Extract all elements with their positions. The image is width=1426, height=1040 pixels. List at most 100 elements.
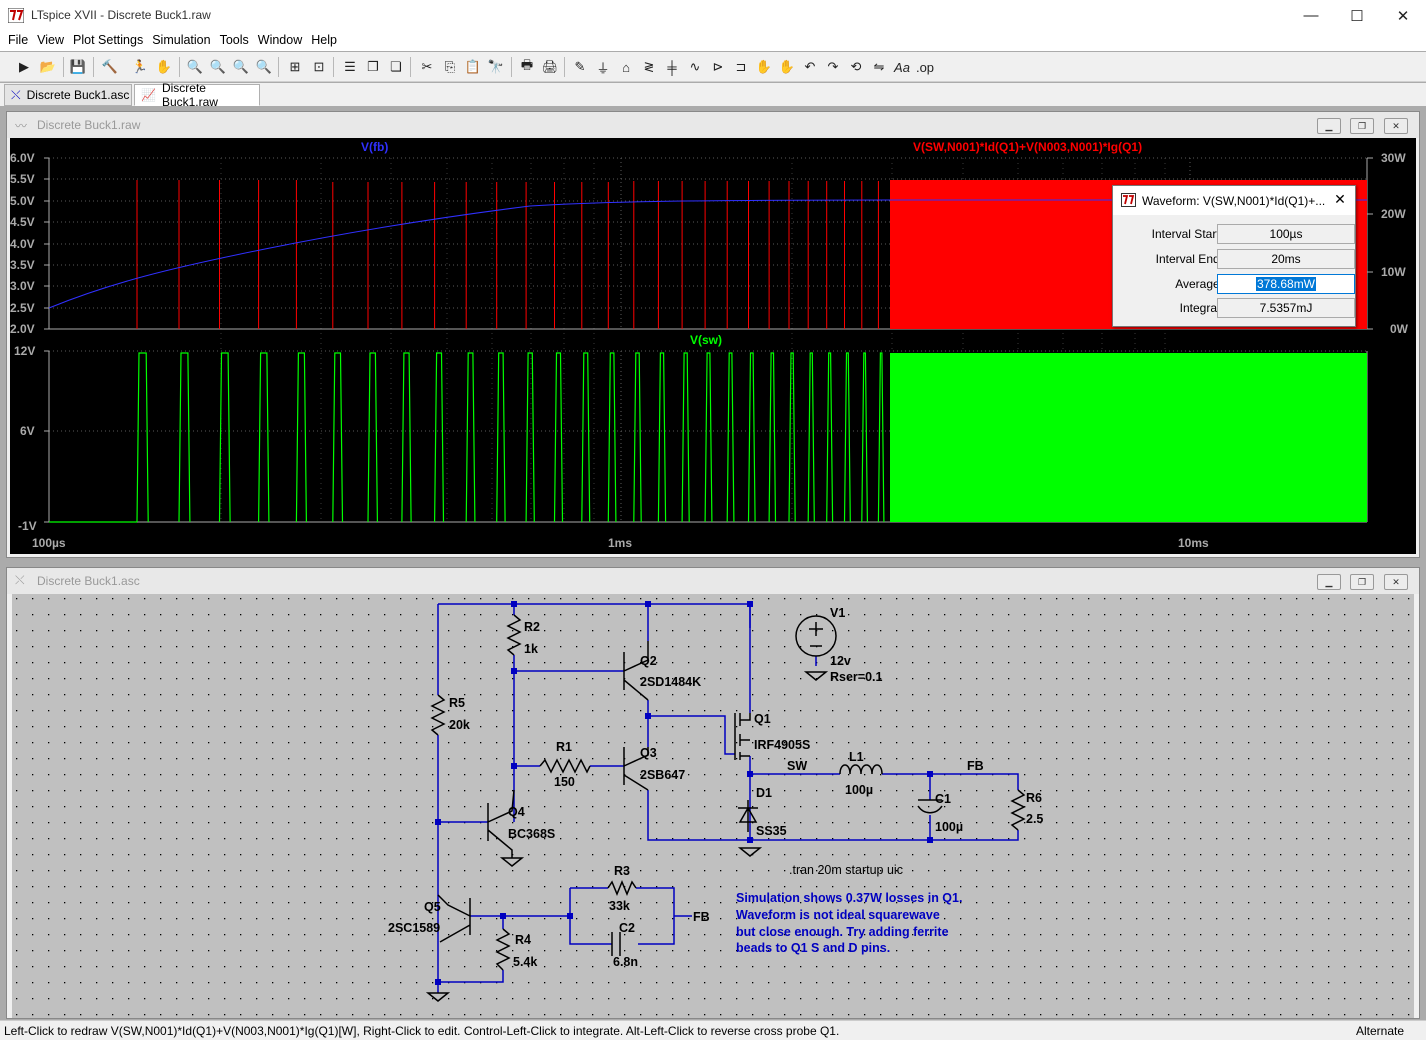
save-icon[interactable]: 💾	[68, 57, 88, 77]
paste-icon[interactable]: 📋	[463, 57, 483, 77]
cursor-icon[interactable]: ⊡	[309, 57, 329, 77]
tab-waveform[interactable]: 📈 Discrete Buck1.raw	[134, 81, 260, 109]
print-setup-icon[interactable]: 🖶	[517, 57, 537, 77]
menu-view[interactable]: View	[33, 31, 69, 51]
v1-value[interactable]: 12v	[830, 654, 851, 668]
average-field[interactable]: 378.68mW	[1217, 274, 1355, 294]
drag-icon[interactable]: ✋	[777, 57, 797, 77]
r4-label[interactable]: R4	[515, 933, 531, 947]
q3-label[interactable]: Q3	[640, 746, 657, 760]
r1-label[interactable]: R1	[556, 740, 572, 754]
c1-value[interactable]: 100µ	[935, 820, 963, 834]
menu-help[interactable]: Help	[307, 31, 342, 51]
close-icon[interactable]: ✕	[1384, 118, 1408, 134]
run-icon[interactable]: 🏃	[130, 57, 150, 77]
close-icon[interactable]: ✕	[1384, 574, 1408, 590]
integral-field[interactable]: 7.5357mJ	[1217, 298, 1355, 318]
inductor-icon[interactable]: ∿	[685, 57, 705, 77]
r3-value[interactable]: 33k	[609, 899, 630, 913]
l1-value[interactable]: 100µ	[845, 783, 873, 797]
new-file-icon[interactable]: ▶	[14, 57, 34, 77]
tab-schematic[interactable]: ⤬ Discrete Buck1.asc	[4, 84, 132, 106]
restore-icon[interactable]: ❐	[1350, 118, 1374, 134]
r5-label[interactable]: R5	[449, 696, 465, 710]
tran-directive[interactable]: .tran 20m startup uic	[789, 863, 903, 877]
vsw-trace-label[interactable]: V(sw)	[690, 333, 722, 347]
d1-label[interactable]: D1	[756, 786, 772, 800]
copy-icon[interactable]: ⎘	[440, 57, 460, 77]
q3-value[interactable]: 2SB647	[640, 768, 685, 782]
vfb-trace-label[interactable]: V(fb)	[361, 140, 388, 154]
zoom-in-icon[interactable]: 🔍	[185, 57, 205, 77]
autorange-icon[interactable]: ⊞	[285, 57, 305, 77]
minimize-icon[interactable]: —	[1288, 0, 1334, 31]
menu-file[interactable]: File	[4, 31, 33, 51]
fb-net-label[interactable]: FB	[967, 759, 984, 773]
schematic-canvas[interactable]: V1 12v Rser=0.1 R2 1k Q2 2SD1484K R5 20k…	[12, 594, 1414, 1018]
l1-label[interactable]: L1	[849, 750, 864, 764]
interval-end-field[interactable]: 20ms	[1217, 249, 1355, 269]
interval-start-field[interactable]: 100µs	[1217, 224, 1355, 244]
comment-line[interactable]: Waveform is not ideal squarewave	[736, 908, 940, 922]
restore-icon[interactable]: ❐	[1350, 574, 1374, 590]
q2-value[interactable]: 2SD1484K	[640, 675, 701, 689]
fb-net-label-2[interactable]: FB	[693, 910, 710, 924]
r1-value[interactable]: 150	[554, 775, 575, 789]
tile-horizontal-icon[interactable]: ☰	[340, 57, 360, 77]
menu-simulation[interactable]: Simulation	[148, 31, 215, 51]
resistor-icon[interactable]: ≷	[639, 57, 659, 77]
cascade-icon[interactable]: ❐	[363, 57, 383, 77]
close-icon[interactable]: ✕	[1380, 0, 1426, 31]
c2-label[interactable]: C2	[619, 921, 635, 935]
q1-value[interactable]: IRF4905S	[754, 738, 810, 752]
menu-tools[interactable]: Tools	[216, 31, 254, 51]
comment-line[interactable]: beads to Q1 S and D pins.	[736, 941, 890, 955]
comment-line[interactable]: Simulation shows 0.37W losses in Q1.	[736, 891, 962, 905]
cut-icon[interactable]: ✂	[417, 57, 437, 77]
spice-directive-icon[interactable]: .op	[915, 57, 935, 77]
v1-rser[interactable]: Rser=0.1	[830, 670, 883, 684]
comment-line[interactable]: but close enough. Try adding ferrite	[736, 925, 949, 939]
r6-label[interactable]: R6	[1026, 791, 1042, 805]
r2-value[interactable]: 1k	[524, 642, 538, 656]
minimize-icon[interactable]: ▁	[1317, 118, 1341, 134]
pan-icon[interactable]: 🔍	[208, 57, 228, 77]
q4-value[interactable]: BC368S	[508, 827, 555, 841]
text-icon[interactable]: Aa	[892, 57, 912, 77]
q4-label[interactable]: Q4	[508, 805, 525, 819]
d1-value[interactable]: SS35	[756, 824, 787, 838]
capacitor-icon[interactable]: ╪	[662, 57, 682, 77]
r3-label[interactable]: R3	[614, 864, 630, 878]
r2-label[interactable]: R2	[524, 620, 540, 634]
rotate-icon[interactable]: ⟲	[846, 57, 866, 77]
r4-value[interactable]: 5.4k	[513, 955, 537, 969]
redo-icon[interactable]: ↷	[823, 57, 843, 77]
maximize-icon[interactable]: ☐	[1334, 0, 1380, 31]
close-icon[interactable]: ✕	[1331, 191, 1349, 209]
print-icon[interactable]: 🖨	[540, 57, 560, 77]
c2-value[interactable]: 6.8n	[613, 955, 638, 969]
minimize-icon[interactable]: ▁	[1317, 574, 1341, 590]
control-panel-icon[interactable]: 🔨	[100, 57, 120, 77]
sw-net-label[interactable]: SW	[787, 759, 807, 773]
mirror-icon[interactable]: ⇋	[869, 57, 889, 77]
power-trace-label[interactable]: V(SW,N001)*Id(Q1)+V(N003,N001)*Ig(Q1)	[913, 140, 1142, 154]
component-icon[interactable]: ⊐	[731, 57, 751, 77]
find-icon[interactable]: 🔭	[486, 57, 506, 77]
undo-icon[interactable]: ↶	[800, 57, 820, 77]
q1-label[interactable]: Q1	[754, 712, 771, 726]
halt-icon[interactable]: ✋	[154, 57, 174, 77]
label-net-icon[interactable]: ⌂	[616, 57, 636, 77]
q5-label[interactable]: Q5	[424, 900, 441, 914]
q2-label[interactable]: Q2	[640, 654, 657, 668]
c1-label[interactable]: C1	[935, 792, 951, 806]
zoom-fit-icon[interactable]: 🔍	[254, 57, 274, 77]
v1-label[interactable]: V1	[830, 606, 845, 620]
open-folder-icon[interactable]: 📂	[38, 57, 58, 77]
menu-plot-settings[interactable]: Plot Settings	[69, 31, 148, 51]
r6-value[interactable]: 2.5	[1026, 812, 1043, 826]
ground-icon[interactable]: ⏚	[593, 57, 613, 77]
wire-icon[interactable]: ✎	[570, 57, 590, 77]
zoom-out-icon[interactable]: 🔍	[231, 57, 251, 77]
menu-window[interactable]: Window	[254, 31, 307, 51]
